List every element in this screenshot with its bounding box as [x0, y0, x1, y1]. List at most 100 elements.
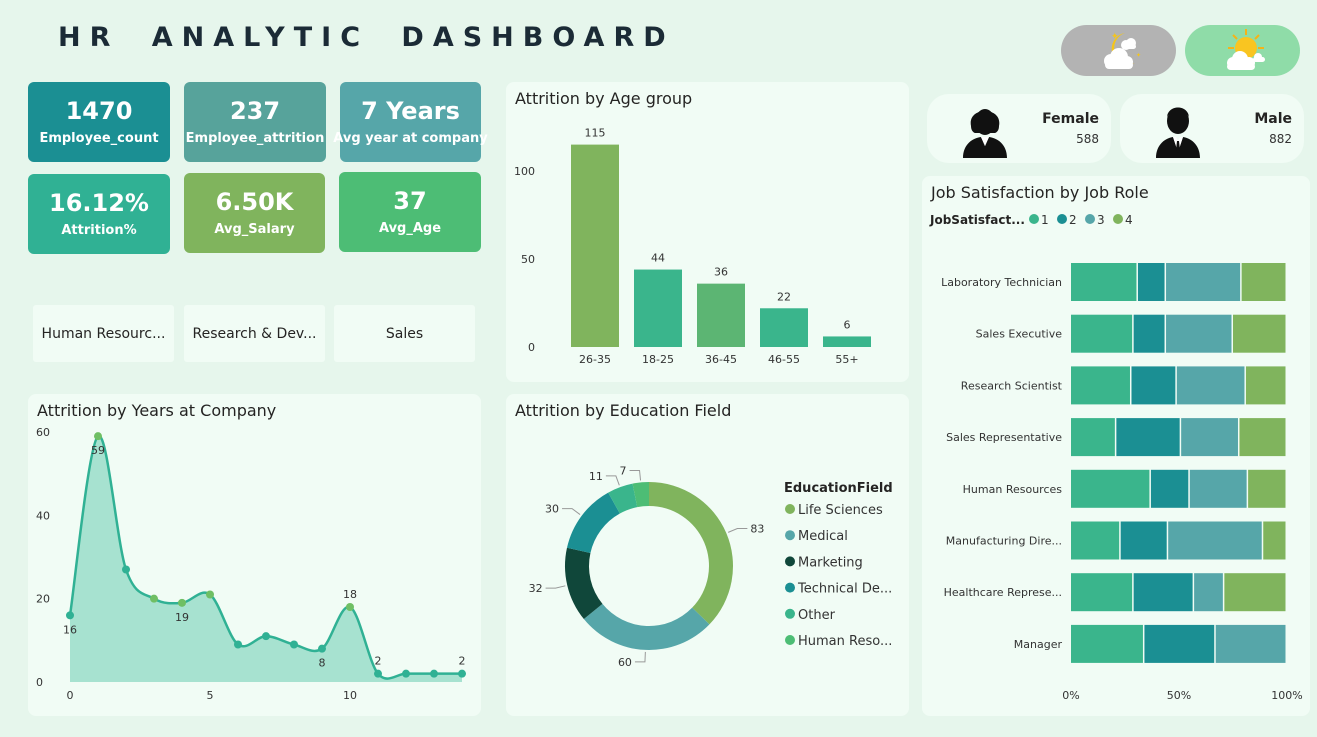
bar-segment — [1071, 263, 1137, 301]
age-group-chart: 0 50 100 115 26-35 44 18-25 36 36-45 22 46-55 6 55+ — [514, 127, 871, 366]
y-tick-label: 50 — [521, 253, 535, 266]
pie-slice — [566, 492, 620, 554]
bar-segment — [1116, 418, 1180, 457]
education-field-chart: 83 60 32 30 11 7 EducationField Life Sciences Me… — [529, 464, 893, 669]
bar-segment — [1241, 263, 1286, 301]
bar — [571, 144, 619, 347]
legend-marker — [1057, 214, 1067, 224]
bar-segment — [1189, 469, 1247, 508]
legend-item: 3 — [1097, 213, 1105, 227]
slicer-research-development[interactable]: Research & Dev... — [184, 305, 325, 362]
bar-segment — [1181, 418, 1238, 457]
slicer-human-resources[interactable]: Human Resourc... — [33, 305, 174, 362]
bar-segment — [1176, 366, 1245, 405]
bar-segment — [1239, 418, 1286, 457]
bar-segment — [1248, 469, 1286, 508]
kpi-value: 1470 — [65, 97, 133, 126]
x-tick-label: 18-25 — [642, 353, 674, 366]
legend-marker — [1029, 214, 1039, 224]
male-card: Male 882 — [1120, 94, 1304, 163]
light-theme-button[interactable] — [1185, 25, 1300, 76]
bar-segment — [1133, 573, 1193, 612]
data-label: 30 — [545, 503, 559, 516]
kpi-employee-attrition: 237 Employee_attrition — [184, 82, 326, 162]
kpi-label: Avg_Age — [378, 220, 442, 236]
bar-segment — [1071, 366, 1130, 405]
x-tick-label: 100% — [1271, 689, 1302, 702]
female-count: 588 — [1076, 132, 1099, 146]
kpi-label: Attrition% — [61, 222, 137, 238]
male-label: Male — [1254, 111, 1292, 127]
leader-line — [562, 508, 581, 515]
data-label: 115 — [585, 127, 606, 140]
kpi-avg-age: 37 Avg_Age — [339, 172, 481, 252]
data-label: 7 — [620, 464, 627, 477]
data-label: 60 — [618, 656, 632, 669]
bar-segment — [1166, 263, 1241, 301]
bar-segment — [1071, 314, 1133, 353]
job-satisfaction-card: Job Satisfaction by Job Role JobSatisfac… — [922, 176, 1310, 716]
female-user-icon — [963, 109, 1007, 158]
legend-item: 2 — [1069, 213, 1077, 227]
female-card: Female 588 — [927, 94, 1111, 163]
pie-slice — [565, 547, 603, 620]
legend-title: JobSatisfact... — [929, 213, 1025, 227]
category-label: Healthcare Represe... — [944, 586, 1062, 599]
data-label: 32 — [529, 582, 543, 595]
data-point — [150, 594, 158, 603]
data-point — [262, 632, 270, 641]
x-tick-label: 0 — [67, 689, 74, 702]
bar-segment — [1224, 573, 1286, 612]
x-tick-label: 36-45 — [705, 353, 737, 366]
data-label: 16 — [63, 623, 77, 636]
bar-segment — [1120, 521, 1167, 560]
female-label: Female — [1042, 111, 1099, 127]
kpi-value: 237 — [229, 97, 281, 126]
data-label: 22 — [777, 290, 791, 303]
category-label: Manufacturing Dire... — [946, 535, 1062, 548]
kpi-label: Employee_count — [39, 130, 159, 146]
data-point — [206, 590, 214, 599]
category-label: Laboratory Technician — [941, 276, 1062, 289]
legend-item: Life Sciences — [798, 503, 883, 518]
slicer-sales[interactable]: Sales — [334, 305, 475, 362]
dark-theme-button[interactable]: ✦ ✦ — [1061, 25, 1176, 76]
legend-marker — [1085, 214, 1095, 224]
bar-segment — [1233, 314, 1286, 353]
svg-text:✦: ✦ — [1111, 32, 1119, 42]
x-tick-label: 50% — [1167, 689, 1191, 702]
data-label: 11 — [589, 470, 603, 483]
data-label: 44 — [651, 252, 665, 265]
bar-segment — [1245, 366, 1286, 405]
kpi-avg-year-at-company: 7 Years Avg year at company — [333, 82, 488, 162]
sun-cloud-icon — [1226, 28, 1265, 70]
bar — [697, 283, 745, 347]
bar-segment — [1071, 573, 1133, 612]
legend-item: 1 — [1041, 213, 1049, 227]
years-at-company-chart: 0 20 40 60 0 5 10 16 59 19 8 18 2 2 — [36, 426, 466, 702]
data-point — [458, 669, 466, 678]
years-at-company-card: Attrition by Years at Company 0 20 40 60 0 5 1… — [28, 394, 481, 716]
legend-marker — [785, 504, 795, 514]
leader-line — [629, 469, 642, 481]
category-label: Research Scientist — [961, 379, 1063, 392]
male-user-icon — [1156, 107, 1200, 158]
legend-item: Marketing — [798, 555, 863, 570]
legend-item: Technical De... — [797, 582, 892, 597]
bar-segment — [1150, 469, 1189, 508]
x-tick-label: 55+ — [835, 353, 858, 366]
kpi-label: Employee_attrition — [185, 130, 325, 146]
bar — [823, 336, 871, 347]
legend-marker — [785, 530, 795, 541]
data-point — [290, 640, 298, 649]
data-label: 2 — [375, 655, 382, 668]
bar-segment — [1144, 624, 1215, 663]
category-label: Sales Executive — [976, 328, 1063, 341]
kpi-employee-count: 1470 Employee_count — [28, 82, 170, 162]
kpi-value: 6.50K — [215, 188, 294, 217]
kpi-label: Avg_Salary — [214, 221, 295, 237]
data-point — [346, 603, 354, 611]
kpi-value: 16.12% — [49, 189, 149, 218]
legend-item: Human Reso... — [798, 634, 892, 649]
leader-line — [634, 651, 646, 663]
